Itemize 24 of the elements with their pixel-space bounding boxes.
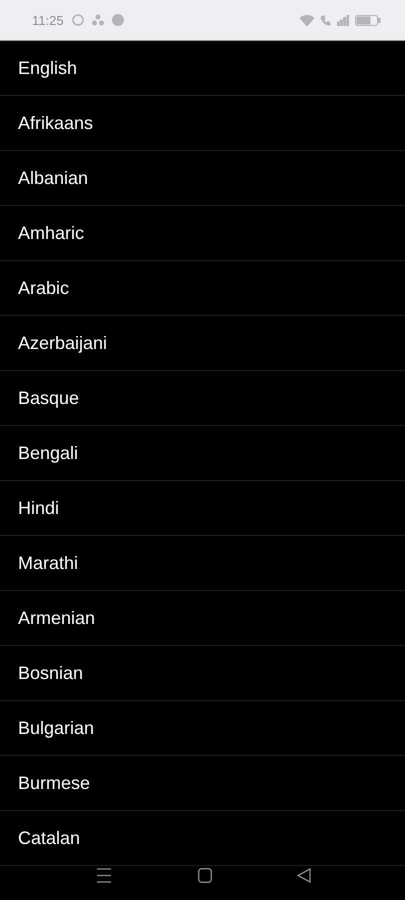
battery-icon — [355, 14, 381, 26]
language-item[interactable]: Armenian — [18, 608, 96, 628]
back-icon[interactable] — [297, 868, 311, 883]
home-icon[interactable] — [198, 868, 212, 883]
language-item[interactable]: English — [18, 58, 78, 78]
language-item[interactable]: Basque — [18, 388, 80, 408]
language-item[interactable]: Azerbaijani — [18, 332, 108, 354]
language-item[interactable]: Hindi — [18, 498, 60, 518]
language-item[interactable]: Amharic — [18, 222, 84, 244]
share-icon — [92, 14, 104, 26]
language-item[interactable]: Catalan — [18, 828, 80, 848]
wifi-icon — [300, 14, 314, 26]
language-item[interactable]: Afrikaans — [18, 112, 94, 134]
phone-icon — [320, 14, 331, 26]
language-item[interactable]: Bengali — [18, 442, 78, 464]
language-item[interactable]: Burmese — [18, 772, 90, 794]
language-item[interactable]: Albanian — [18, 168, 88, 188]
language-item[interactable]: Marathi — [18, 552, 78, 574]
menu-icon[interactable] — [97, 868, 111, 883]
clock-time: 11:25 — [32, 12, 64, 28]
language-item[interactable]: Arabic — [18, 278, 70, 298]
signal-icon — [337, 14, 349, 26]
language-item[interactable]: Bosnian — [18, 662, 84, 684]
language-item[interactable]: Bulgarian — [18, 718, 94, 738]
